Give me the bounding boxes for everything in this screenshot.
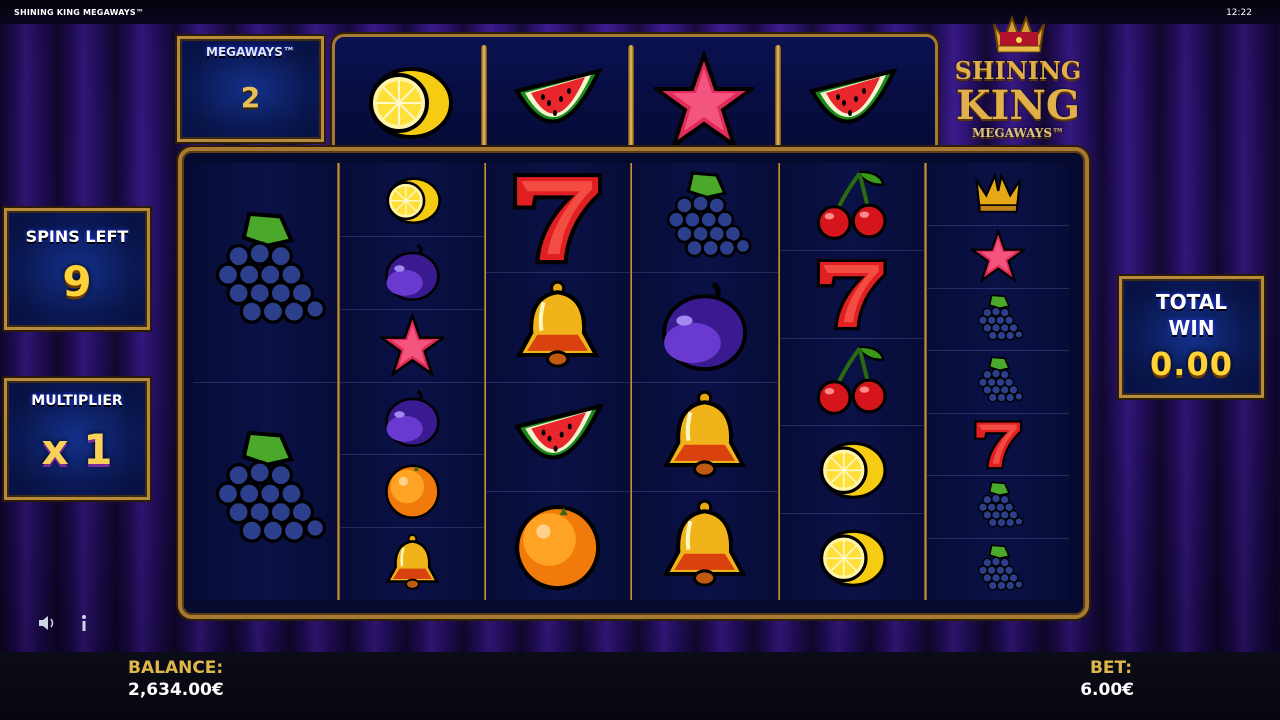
reel-bell-symbol — [507, 276, 608, 377]
reel-cell-divider — [340, 381, 484, 383]
total-win-label: TOTAL WIN — [1122, 289, 1261, 341]
reel-cell-divider — [632, 490, 778, 492]
balance-label: BALANCE: — [128, 658, 224, 678]
game-logo: SHINING KING MEGAWAYS™ — [948, 10, 1088, 150]
reel-grapes-symbol — [971, 292, 1025, 346]
reel-bell-symbol — [380, 531, 445, 596]
reel-column-3 — [486, 163, 630, 600]
total-win-label-line1: TOTAL — [1156, 290, 1227, 314]
top-reel — [332, 34, 938, 164]
megaways-panel: MEGAWAYS™ 2 — [177, 36, 324, 142]
crown-icon — [993, 15, 1045, 53]
reel-grapes-symbol — [971, 479, 1025, 533]
reel-orange-symbol — [380, 458, 445, 523]
speaker-icon[interactable] — [36, 612, 58, 634]
reel-plum-symbol — [380, 386, 445, 451]
multiplier-panel: MULTIPLIER x 1 — [4, 378, 150, 500]
reel-cell-divider — [340, 527, 484, 529]
reel-plum-symbol — [380, 240, 445, 305]
reel-cell-divider — [927, 350, 1069, 352]
reel-cell-divider — [927, 412, 1069, 414]
reel-cell-divider — [193, 381, 337, 383]
reel-cell-divider — [340, 308, 484, 310]
reel-cell-divider — [340, 454, 484, 456]
bet-label: BET: — [1089, 658, 1132, 678]
reel-plum-symbol — [654, 276, 755, 377]
bottom-bar: BALANCE: 2,634.00€ BET: 6.00€ — [0, 652, 1280, 720]
reel-crown-symbol — [971, 167, 1025, 221]
reel-grapes-symbol — [654, 167, 755, 268]
reel-grapes-symbol — [971, 542, 1025, 596]
reel-cell-divider — [632, 381, 778, 383]
reel-cell-divider — [486, 490, 630, 492]
top-reel-star-symbol — [654, 51, 754, 151]
reel-column-4 — [632, 163, 778, 600]
logo-line3: MEGAWAYS™ — [971, 126, 1065, 140]
reel-star-symbol — [379, 312, 445, 378]
multiplier-value: x 1 — [41, 425, 113, 474]
bet-value[interactable]: 6.00€ — [1080, 680, 1134, 700]
info-icon[interactable] — [73, 612, 95, 634]
reel-grapes-symbol — [199, 206, 331, 338]
reel-bell-symbol — [654, 386, 755, 487]
reel-seven-symbol — [971, 417, 1025, 471]
reel-cell-divider — [780, 425, 924, 427]
total-win-panel: TOTAL WIN 0.00 — [1119, 276, 1264, 398]
reel-cell-divider — [927, 537, 1069, 539]
megaways-label: MEGAWAYS™ — [206, 45, 295, 59]
reel-seven-symbol — [812, 254, 891, 333]
reel-cherries-symbol — [812, 342, 891, 421]
top-reel-lemon-symbol — [359, 51, 459, 151]
reel-star-symbol — [970, 229, 1026, 284]
reel-grapes-symbol — [199, 425, 331, 557]
reel-column-2 — [340, 163, 484, 600]
reel-cell-divider — [780, 512, 924, 514]
reel-cherries-symbol — [812, 167, 891, 246]
reel-lemon-symbol — [380, 167, 445, 232]
top-reel-divider — [481, 45, 487, 155]
reel-cell-divider — [780, 337, 924, 339]
reel-cell-divider — [927, 475, 1069, 477]
reel-cell-divider — [632, 272, 778, 274]
logo-line2: KING — [955, 82, 1081, 129]
reel-cell-divider — [340, 235, 484, 237]
total-win-label-line2: WIN — [1168, 316, 1215, 340]
reel-cell-divider — [780, 250, 924, 252]
reel-cell-divider — [486, 272, 630, 274]
top-reel-divider — [628, 45, 634, 155]
reel-column-1 — [193, 163, 337, 600]
spins-left-panel: SPINS LEFT 9 — [4, 208, 150, 330]
reel-lemon-symbol — [812, 429, 891, 508]
game-title: SHINING KING MEGAWAYS™ — [14, 8, 145, 17]
total-win-value: 0.00 — [1150, 345, 1233, 383]
reel-grapes-symbol — [971, 354, 1025, 408]
reel-seven-symbol — [507, 167, 608, 268]
clock: 12:22 — [1226, 8, 1252, 18]
top-reel-watermelon-symbol — [802, 51, 902, 151]
spins-left-value: 9 — [62, 257, 92, 306]
reel-lemon-symbol — [812, 517, 891, 596]
reel-bell-symbol — [654, 495, 755, 596]
reel-cell-divider — [927, 287, 1069, 289]
reel-cell-divider — [927, 225, 1069, 227]
spins-left-label: SPINS LEFT — [25, 227, 129, 246]
multiplier-label: MULTIPLIER — [31, 393, 123, 409]
reel-orange-symbol — [507, 495, 608, 596]
balance-value: 2,634.00€ — [128, 680, 224, 700]
reel-watermelon-symbol — [507, 386, 608, 487]
reel-cell-divider — [486, 381, 630, 383]
top-reel-divider — [775, 45, 781, 155]
reel-column-6 — [927, 163, 1069, 600]
megaways-count: 2 — [240, 81, 261, 114]
reel-column-5 — [780, 163, 924, 600]
game-screen: SHINING KING MEGAWAYS™ 12:22 MEGAWAYS™ 2… — [0, 0, 1280, 720]
logo-line1: SHINING — [954, 56, 1082, 85]
top-bar: SHINING KING MEGAWAYS™ 12:22 — [0, 0, 1280, 24]
top-reel-watermelon-symbol — [507, 51, 607, 151]
